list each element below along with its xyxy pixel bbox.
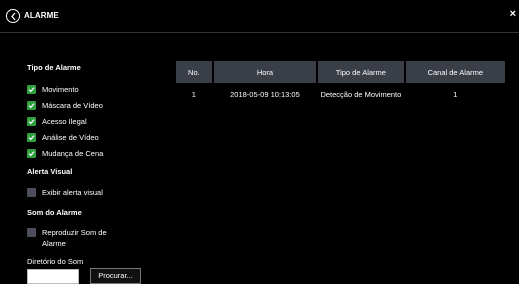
checkbox-checked-icon[interactable] bbox=[27, 133, 36, 142]
checkbox-reproduzir-som[interactable]: Reproduzir Som de Alarme bbox=[27, 228, 107, 249]
checkbox-label: Reproduzir Som de Alarme bbox=[42, 227, 107, 249]
checkbox-checked-icon[interactable] bbox=[27, 149, 36, 158]
checkbox-label: Acesso Ilegal bbox=[42, 117, 87, 126]
cell-hora: 2018-05-09 10:13:05 bbox=[230, 89, 300, 99]
checkbox-mudanca-cena[interactable]: Mudança de Cena bbox=[27, 149, 103, 159]
column-header-hora[interactable]: Hora bbox=[213, 61, 317, 83]
column-header-tipo[interactable]: Tipo de Alarme bbox=[318, 61, 404, 83]
checkbox-acesso-ilegal[interactable]: Acesso Ilegal bbox=[27, 117, 87, 127]
checkbox-label: Movimento bbox=[42, 85, 79, 94]
header-divider bbox=[0, 32, 519, 33]
table-header: No. Hora Tipo de Alarme Canal de Alarme bbox=[176, 61, 505, 83]
header: ALARME × bbox=[0, 0, 519, 36]
checkbox-movimento[interactable]: Movimento bbox=[27, 85, 79, 95]
checkbox-checked-icon[interactable] bbox=[27, 117, 36, 126]
checkbox-label: Análise de Vídeo bbox=[42, 133, 99, 142]
close-icon[interactable]: × bbox=[510, 9, 516, 20]
checkbox-label-line1: Reproduzir Som de bbox=[42, 228, 107, 237]
checkbox-label: Mudança de Cena bbox=[42, 149, 104, 158]
checkbox-checked-icon[interactable] bbox=[27, 85, 36, 94]
checkbox-mascara-video[interactable]: Máscara de Vídeo bbox=[27, 101, 103, 111]
alarm-type-title: Tipo de Alarme bbox=[27, 63, 81, 72]
sound-title: Som do Alarme bbox=[27, 208, 82, 217]
checkbox-label: Máscara de Vídeo bbox=[42, 101, 103, 110]
checkbox-checked-icon[interactable] bbox=[27, 101, 36, 110]
column-header-no[interactable]: No. bbox=[176, 61, 212, 83]
checkbox-label-line2: Alarme bbox=[42, 239, 66, 248]
checkbox-exibir-alerta-visual[interactable]: Exibir alerta visual bbox=[27, 188, 103, 198]
cell-no: 1 bbox=[191, 89, 196, 99]
alarm-table: No. Hora Tipo de Alarme Canal de Alarme … bbox=[176, 61, 505, 105]
cell-canal: 1 bbox=[453, 89, 458, 99]
sound-dir-input[interactable] bbox=[27, 269, 79, 284]
checkbox-unchecked-icon[interactable] bbox=[27, 188, 36, 197]
column-header-canal[interactable]: Canal de Alarme bbox=[405, 61, 505, 83]
visual-alert-title: Alerta Visual bbox=[27, 167, 73, 176]
page-title: ALARME bbox=[24, 11, 59, 20]
sound-dir-label: Diretório do Som bbox=[27, 257, 84, 266]
back-icon[interactable] bbox=[6, 9, 20, 23]
checkbox-label: Exibir alerta visual bbox=[42, 188, 103, 197]
cell-tipo: Detecção de Movimento bbox=[320, 89, 402, 99]
checkbox-analise-video[interactable]: Análise de Vídeo bbox=[27, 133, 99, 143]
table-row[interactable]: 1 2018-05-09 10:13:05 Detecção de Movime… bbox=[176, 83, 505, 105]
checkbox-unchecked-icon[interactable] bbox=[27, 228, 36, 237]
browse-button[interactable]: Procurar... bbox=[90, 268, 141, 284]
